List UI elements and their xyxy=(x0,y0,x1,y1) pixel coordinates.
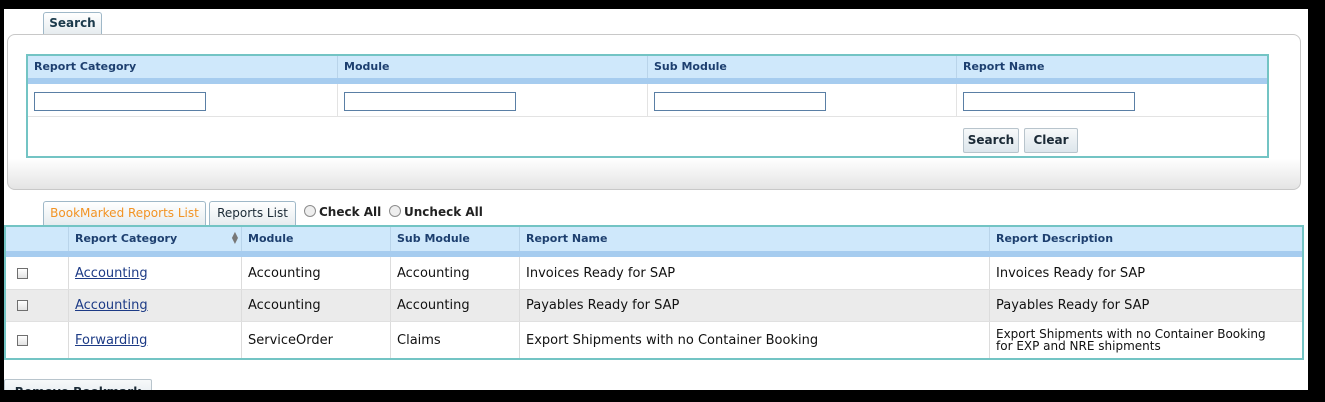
row-report-category: Accounting xyxy=(69,290,242,321)
bookmarked-reports-grid: Report Category ▲ ▼ Module Sub Module Rep… xyxy=(4,225,1304,360)
row-sub-module: Accounting xyxy=(391,290,520,321)
row-report-name: Invoices Ready for SAP xyxy=(520,257,990,289)
row-report-description: Export Shipments with no Container Booki… xyxy=(996,327,1266,353)
search-header-sub-module: Sub Module xyxy=(648,56,957,78)
search-cell-report-name xyxy=(957,84,1267,116)
grid-header-report-description: Report Description xyxy=(996,232,1114,245)
table-row: Accounting Accounting Accounting Invoice… xyxy=(6,257,1302,290)
report-name-input[interactable] xyxy=(963,92,1135,111)
search-cell-sub-module xyxy=(648,84,957,116)
clear-button[interactable]: Clear xyxy=(1024,128,1078,153)
grid-header-sub-module: Sub Module xyxy=(391,227,520,251)
row-select-cell xyxy=(6,322,69,358)
search-button[interactable]: Search xyxy=(963,128,1019,153)
sub-module-input[interactable] xyxy=(654,92,826,111)
search-header-report-name: Report Name xyxy=(963,60,1045,73)
row-module: Accounting xyxy=(242,290,391,321)
grid-header-select xyxy=(6,227,69,251)
search-input-row xyxy=(28,84,1267,117)
row-module: ServiceOrder xyxy=(242,322,391,358)
table-row: Accounting Accounting Accounting Payable… xyxy=(6,290,1302,322)
search-panel: Report Category Module Sub Module Report… xyxy=(7,34,1301,190)
report-category-link[interactable]: Forwarding xyxy=(75,333,147,348)
row-select-cell xyxy=(6,257,69,289)
check-all-label: Check All xyxy=(319,205,382,219)
report-category-input[interactable] xyxy=(34,92,206,111)
row-report-description: Invoices Ready for SAP xyxy=(996,265,1146,281)
search-header-row: Report Category Module Sub Module Report… xyxy=(28,56,1267,84)
tab-search[interactable]: Search xyxy=(43,12,102,34)
report-category-link[interactable]: Accounting xyxy=(75,298,148,313)
table-row: Forwarding ServiceOrder Claims Export Sh… xyxy=(6,322,1302,358)
row-sub-module: Claims xyxy=(391,322,520,358)
grid-header-report-name: Report Name xyxy=(520,227,990,251)
row-checkbox[interactable] xyxy=(17,300,28,311)
module-input[interactable] xyxy=(344,92,516,111)
search-form: Report Category Module Sub Module Report… xyxy=(26,54,1269,158)
row-report-description: Payables Ready for SAP xyxy=(996,298,1150,313)
row-sub-module: Accounting xyxy=(391,257,520,289)
row-report-name: Export Shipments with no Container Booki… xyxy=(520,322,990,358)
row-report-category: Forwarding xyxy=(69,322,242,358)
sort-icon[interactable]: ▲ ▼ xyxy=(232,231,238,245)
remove-bookmark-button[interactable]: Remove Bookmark xyxy=(4,379,152,390)
grid-header-report-category[interactable]: Report Category ▲ ▼ xyxy=(69,227,242,251)
uncheck-all-radio[interactable] xyxy=(389,205,401,217)
row-select-cell xyxy=(6,290,69,321)
row-report-name: Payables Ready for SAP xyxy=(520,290,990,321)
row-checkbox[interactable] xyxy=(17,267,28,279)
tab-reports-list[interactable]: Reports List xyxy=(209,201,296,225)
search-cell-report-category xyxy=(28,84,338,116)
row-checkbox[interactable] xyxy=(17,334,28,346)
search-header-report-category: Report Category xyxy=(28,56,338,78)
report-category-link[interactable]: Accounting xyxy=(75,266,148,281)
search-cell-module xyxy=(338,84,648,116)
row-report-category: Accounting xyxy=(69,257,242,289)
tab-bookmarked-reports[interactable]: BookMarked Reports List xyxy=(43,201,206,225)
report-page: Search Report Category Module Sub Module… xyxy=(4,9,1308,390)
grid-header-report-category-label: Report Category xyxy=(75,232,178,245)
search-header-module: Module xyxy=(338,56,648,78)
uncheck-all-label: Uncheck All xyxy=(404,205,483,219)
check-all-option[interactable]: Check All xyxy=(304,205,381,219)
grid-header-row: Report Category ▲ ▼ Module Sub Module Rep… xyxy=(6,227,1302,257)
grid-header-module: Module xyxy=(242,227,391,251)
row-module: Accounting xyxy=(242,257,391,289)
check-all-radio[interactable] xyxy=(304,205,316,217)
uncheck-all-option[interactable]: Uncheck All xyxy=(389,205,483,219)
